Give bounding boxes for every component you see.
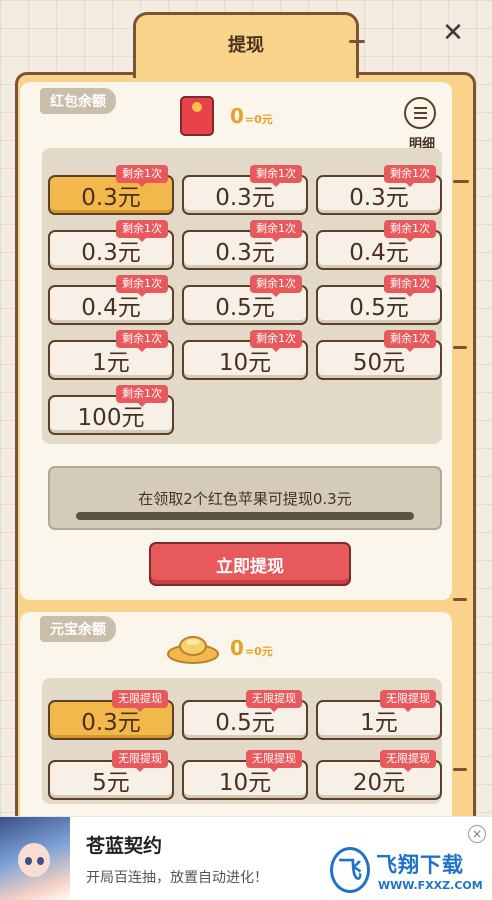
progress-box: 在领取2个红色苹果可提现0.3元 xyxy=(48,466,442,530)
remaining-badge: 剩余1次 xyxy=(250,275,302,297)
logo-site: WWW.FXXZ.COM xyxy=(378,879,483,892)
close-button[interactable]: ✕ xyxy=(436,16,470,50)
option-amount: 0.5元 xyxy=(215,710,275,736)
withdraw-option[interactable]: 1元 无限提现 xyxy=(316,690,442,740)
option-amount: 0.3元 xyxy=(215,185,275,211)
avatar-eye xyxy=(25,857,32,865)
ingot-balance-amount: 0 =0元 xyxy=(230,636,273,660)
ad-title[interactable]: 苍蓝契约 xyxy=(86,831,162,858)
remaining-badge: 剩余1次 xyxy=(384,220,436,242)
red-balance-unit: =0元 xyxy=(244,113,273,126)
ad-game-avatar[interactable] xyxy=(0,817,70,900)
withdraw-option[interactable]: 0.3元 无限提现 xyxy=(48,690,174,740)
option-amount: 100元 xyxy=(77,405,145,431)
frame-mark xyxy=(453,346,467,349)
option-amount: 50元 xyxy=(352,350,406,376)
remaining-badge: 无限提现 xyxy=(246,750,302,772)
frame-mark xyxy=(453,768,467,771)
remaining-badge: 剩余1次 xyxy=(384,330,436,352)
option-amount: 0.5元 xyxy=(349,295,409,321)
option-amount: 20元 xyxy=(352,770,406,796)
header-tab: 提现 xyxy=(133,12,359,78)
remaining-badge: 剩余1次 xyxy=(116,275,168,297)
withdraw-option[interactable]: 0.3元 剩余1次 xyxy=(48,165,174,215)
remaining-badge: 剩余1次 xyxy=(250,165,302,187)
avatar-eye xyxy=(37,857,44,865)
frame-mark xyxy=(349,40,365,43)
remaining-badge: 无限提现 xyxy=(246,690,302,712)
remaining-badge: 剩余1次 xyxy=(116,220,168,242)
red-balance-value: 0 xyxy=(230,104,244,128)
option-amount: 0.3元 xyxy=(81,185,141,211)
ad-banner[interactable]: 苍蓝契约 开局百连抽，放置自动进化！ × 飞 飞翔下载 WWW.FXXZ.COM xyxy=(0,816,492,900)
withdraw-option[interactable]: 0.3元 剩余1次 xyxy=(182,165,308,215)
ad-subtitle: 开局百连抽，放置自动进化！ xyxy=(86,870,268,886)
withdraw-option[interactable]: 0.5元 剩余1次 xyxy=(316,275,442,325)
withdraw-option[interactable]: 0.3元 剩余1次 xyxy=(48,220,174,270)
ingot-balance-value: 0 xyxy=(230,636,244,660)
option-amount: 0.4元 xyxy=(349,240,409,266)
withdraw-option[interactable]: 0.4元 剩余1次 xyxy=(48,275,174,325)
ingot-balance-unit: =0元 xyxy=(244,645,273,658)
red-balance-amount: 0 =0元 xyxy=(230,104,273,128)
avatar-face xyxy=(18,843,50,877)
menu-icon xyxy=(413,107,427,109)
red-envelope-icon xyxy=(180,96,214,136)
remaining-badge: 剩余1次 xyxy=(116,330,168,352)
logo-glyph: 飞 xyxy=(330,847,370,893)
menu-icon-bar xyxy=(413,112,427,114)
remaining-badge: 剩余1次 xyxy=(116,385,168,407)
withdraw-option[interactable]: 0.5元 剩余1次 xyxy=(182,275,308,325)
withdraw-option[interactable]: 1元 剩余1次 xyxy=(48,330,174,380)
logo-brand: 飞翔下载 xyxy=(376,853,464,877)
option-amount: 0.3元 xyxy=(81,240,141,266)
option-amount: 0.4元 xyxy=(81,295,141,321)
withdraw-option[interactable]: 10元 无限提现 xyxy=(182,750,308,800)
withdraw-option[interactable]: 5元 无限提现 xyxy=(48,750,174,800)
option-amount: 0.3元 xyxy=(215,240,275,266)
option-amount: 5元 xyxy=(92,770,130,796)
frame-mark xyxy=(453,180,469,183)
red-balance-label: 红包余额 xyxy=(40,88,116,114)
remaining-badge: 剩余1次 xyxy=(116,165,168,187)
option-amount: 10元 xyxy=(218,350,272,376)
close-icon: ✕ xyxy=(442,18,464,48)
remaining-badge: 剩余1次 xyxy=(384,165,436,187)
ad-close-button[interactable]: × xyxy=(468,825,486,843)
option-amount: 1元 xyxy=(92,350,130,376)
page-title: 提现 xyxy=(228,34,264,56)
remaining-badge: 无限提现 xyxy=(112,750,168,772)
option-amount: 0.3元 xyxy=(81,710,141,736)
site-logo: 飞 飞翔下载 WWW.FXXZ.COM xyxy=(330,847,483,897)
withdraw-option[interactable]: 10元 剩余1次 xyxy=(182,330,308,380)
ingot-balance-label: 元宝余额 xyxy=(40,616,116,642)
frame-mark xyxy=(453,598,467,601)
progress-text: 在领取2个红色苹果可提现0.3元 xyxy=(138,490,352,508)
progress-bar xyxy=(76,512,414,520)
withdraw-option[interactable]: 0.3元 剩余1次 xyxy=(316,165,442,215)
withdraw-option[interactable]: 20元 无限提现 xyxy=(316,750,442,800)
withdraw-option[interactable]: 50元 剩余1次 xyxy=(316,330,442,380)
withdraw-option[interactable]: 100元 剩余1次 xyxy=(48,385,174,435)
option-amount: 1元 xyxy=(360,710,398,736)
withdraw-option[interactable]: 0.5元 无限提现 xyxy=(182,690,308,740)
gold-ingot-icon xyxy=(167,636,219,664)
remaining-badge: 剩余1次 xyxy=(250,330,302,352)
detail-button[interactable] xyxy=(404,97,436,129)
remaining-badge: 无限提现 xyxy=(112,690,168,712)
remaining-badge: 无限提现 xyxy=(380,750,436,772)
option-amount: 10元 xyxy=(218,770,272,796)
remaining-badge: 剩余1次 xyxy=(250,220,302,242)
withdraw-option[interactable]: 0.3元 剩余1次 xyxy=(182,220,308,270)
withdraw-now-button[interactable]: 立即提现 xyxy=(149,542,351,586)
withdraw-option[interactable]: 0.4元 剩余1次 xyxy=(316,220,442,270)
remaining-badge: 无限提现 xyxy=(380,690,436,712)
menu-icon-bar xyxy=(413,117,427,119)
remaining-badge: 剩余1次 xyxy=(384,275,436,297)
option-amount: 0.3元 xyxy=(349,185,409,211)
option-amount: 0.5元 xyxy=(215,295,275,321)
